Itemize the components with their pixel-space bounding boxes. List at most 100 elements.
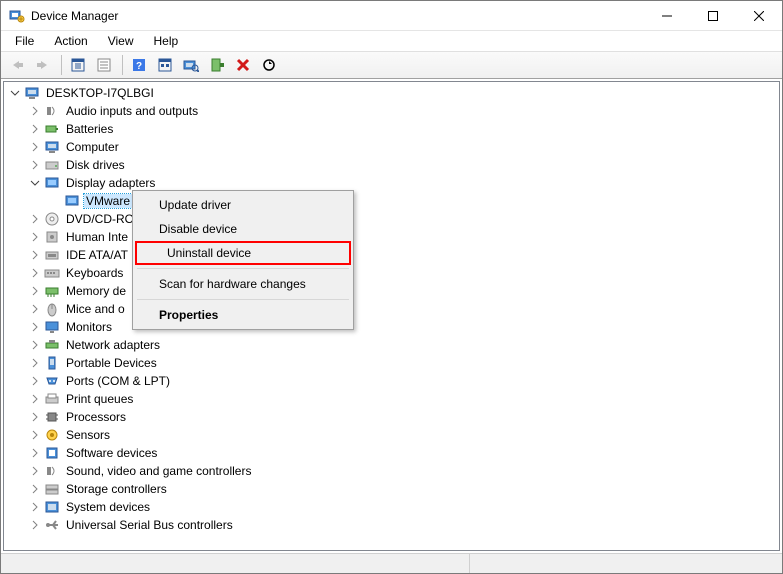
- device-category-icon: [44, 427, 60, 443]
- chevron-right-icon[interactable]: [28, 338, 42, 352]
- chevron-down-icon[interactable]: [28, 176, 42, 190]
- tree-category-label: Sound, video and game controllers: [64, 464, 253, 478]
- tree-root-label: DESKTOP-I7QLBGI: [44, 86, 156, 100]
- back-button[interactable]: [5, 54, 29, 76]
- chevron-right-icon[interactable]: [28, 140, 42, 154]
- chevron-right-icon[interactable]: [28, 500, 42, 514]
- tree-category[interactable]: Batteries: [28, 120, 779, 138]
- maximize-button[interactable]: [690, 1, 736, 30]
- ctx-disable-device[interactable]: Disable device: [135, 217, 351, 241]
- device-category-icon: [44, 229, 60, 245]
- device-category-icon: [44, 103, 60, 119]
- tree-category[interactable]: Sound, video and game controllers: [28, 462, 779, 480]
- menu-help[interactable]: Help: [146, 32, 187, 50]
- minimize-button[interactable]: [644, 1, 690, 30]
- tree-category-label: Print queues: [64, 392, 135, 406]
- tree-category-label: Sensors: [64, 428, 112, 442]
- options-button[interactable]: [153, 54, 177, 76]
- ctx-properties[interactable]: Properties: [135, 303, 351, 327]
- device-category-icon: [44, 283, 60, 299]
- tree-category-label: Ports (COM & LPT): [64, 374, 172, 388]
- show-hidden-button[interactable]: [66, 54, 90, 76]
- tree-category[interactable]: Computer: [28, 138, 779, 156]
- menubar: File Action View Help: [1, 31, 782, 51]
- chevron-right-icon[interactable]: [28, 104, 42, 118]
- add-legacy-button[interactable]: [205, 54, 229, 76]
- chevron-right-icon[interactable]: [28, 410, 42, 424]
- chevron-right-icon[interactable]: [28, 392, 42, 406]
- chevron-right-icon[interactable]: [28, 158, 42, 172]
- scan-button[interactable]: [179, 54, 203, 76]
- ctx-separator: [137, 268, 349, 269]
- tree-category-label: Monitors: [64, 320, 114, 334]
- device-category-icon: [44, 211, 60, 227]
- context-menu: Update driver Disable device Uninstall d…: [132, 190, 354, 330]
- chevron-right-icon[interactable]: [28, 320, 42, 334]
- device-category-icon: [44, 337, 60, 353]
- close-button[interactable]: [736, 1, 782, 30]
- tree-category[interactable]: System devices: [28, 498, 779, 516]
- tree-root[interactable]: DESKTOP-I7QLBGI: [8, 84, 779, 102]
- device-category-icon: [44, 517, 60, 533]
- window-title: Device Manager: [31, 9, 644, 23]
- device-category-icon: [44, 121, 60, 137]
- tree-category-label: Disk drives: [64, 158, 127, 172]
- device-category-icon: [44, 175, 60, 191]
- tree-category-label: Network adapters: [64, 338, 162, 352]
- ctx-uninstall-label: Uninstall device: [161, 243, 257, 263]
- tree-category-label: Computer: [64, 140, 121, 154]
- tree-category[interactable]: Audio inputs and outputs: [28, 102, 779, 120]
- tree-category[interactable]: Processors: [28, 408, 779, 426]
- device-category-icon: [44, 409, 60, 425]
- chevron-right-icon[interactable]: [28, 482, 42, 496]
- tree-category[interactable]: Sensors: [28, 426, 779, 444]
- device-category-icon: [44, 391, 60, 407]
- chevron-right-icon[interactable]: [28, 518, 42, 532]
- tree-category-label: Batteries: [64, 122, 115, 136]
- window-controls: [644, 1, 782, 30]
- tree-category[interactable]: Portable Devices: [28, 354, 779, 372]
- menu-file[interactable]: File: [7, 32, 42, 50]
- chevron-right-icon[interactable]: [28, 464, 42, 478]
- chevron-right-icon[interactable]: [28, 248, 42, 262]
- help-button[interactable]: ?: [127, 54, 151, 76]
- chevron-right-icon[interactable]: [28, 356, 42, 370]
- tree-category[interactable]: Network adapters: [28, 336, 779, 354]
- chevron-right-icon[interactable]: [28, 446, 42, 460]
- device-tree-pane[interactable]: DESKTOP-I7QLBGI Audio inputs and outputs…: [3, 81, 780, 551]
- tree-category[interactable]: Print queues: [28, 390, 779, 408]
- ctx-update-driver[interactable]: Update driver: [135, 193, 351, 217]
- tree-category[interactable]: Storage controllers: [28, 480, 779, 498]
- tree-category[interactable]: Disk drives: [28, 156, 779, 174]
- chevron-right-icon[interactable]: [28, 302, 42, 316]
- chevron-right-icon[interactable]: [28, 230, 42, 244]
- device-category-icon: [44, 265, 60, 281]
- tree-category[interactable]: Universal Serial Bus controllers: [28, 516, 779, 534]
- chevron-right-icon[interactable]: [28, 374, 42, 388]
- chevron-right-icon[interactable]: [28, 266, 42, 280]
- ctx-scan-hardware[interactable]: Scan for hardware changes: [135, 272, 351, 296]
- tree-device-label: VMware: [84, 194, 132, 208]
- chevron-right-icon[interactable]: [28, 284, 42, 298]
- properties-button[interactable]: [92, 54, 116, 76]
- tree-category-label: Display adapters: [64, 176, 157, 190]
- device-category-icon: [44, 139, 60, 155]
- toolbar-separator: [122, 55, 123, 75]
- computer-icon: [24, 85, 40, 101]
- tree-category[interactable]: Ports (COM & LPT): [28, 372, 779, 390]
- statusbar: [1, 553, 782, 573]
- chevron-right-icon[interactable]: [28, 428, 42, 442]
- update-driver-button[interactable]: [257, 54, 281, 76]
- menu-action[interactable]: Action: [46, 32, 95, 50]
- device-tree: DESKTOP-I7QLBGI Audio inputs and outputs…: [4, 82, 779, 536]
- ctx-uninstall-device[interactable]: Uninstall device: [135, 241, 351, 265]
- menu-view[interactable]: View: [100, 32, 142, 50]
- forward-button[interactable]: [31, 54, 55, 76]
- chevron-right-icon[interactable]: [28, 212, 42, 226]
- chevron-down-icon[interactable]: [8, 86, 22, 100]
- tree-category[interactable]: Software devices: [28, 444, 779, 462]
- uninstall-button[interactable]: [231, 54, 255, 76]
- chevron-right-icon[interactable]: [28, 122, 42, 136]
- tree-category-label: Audio inputs and outputs: [64, 104, 200, 118]
- device-category-icon: [44, 463, 60, 479]
